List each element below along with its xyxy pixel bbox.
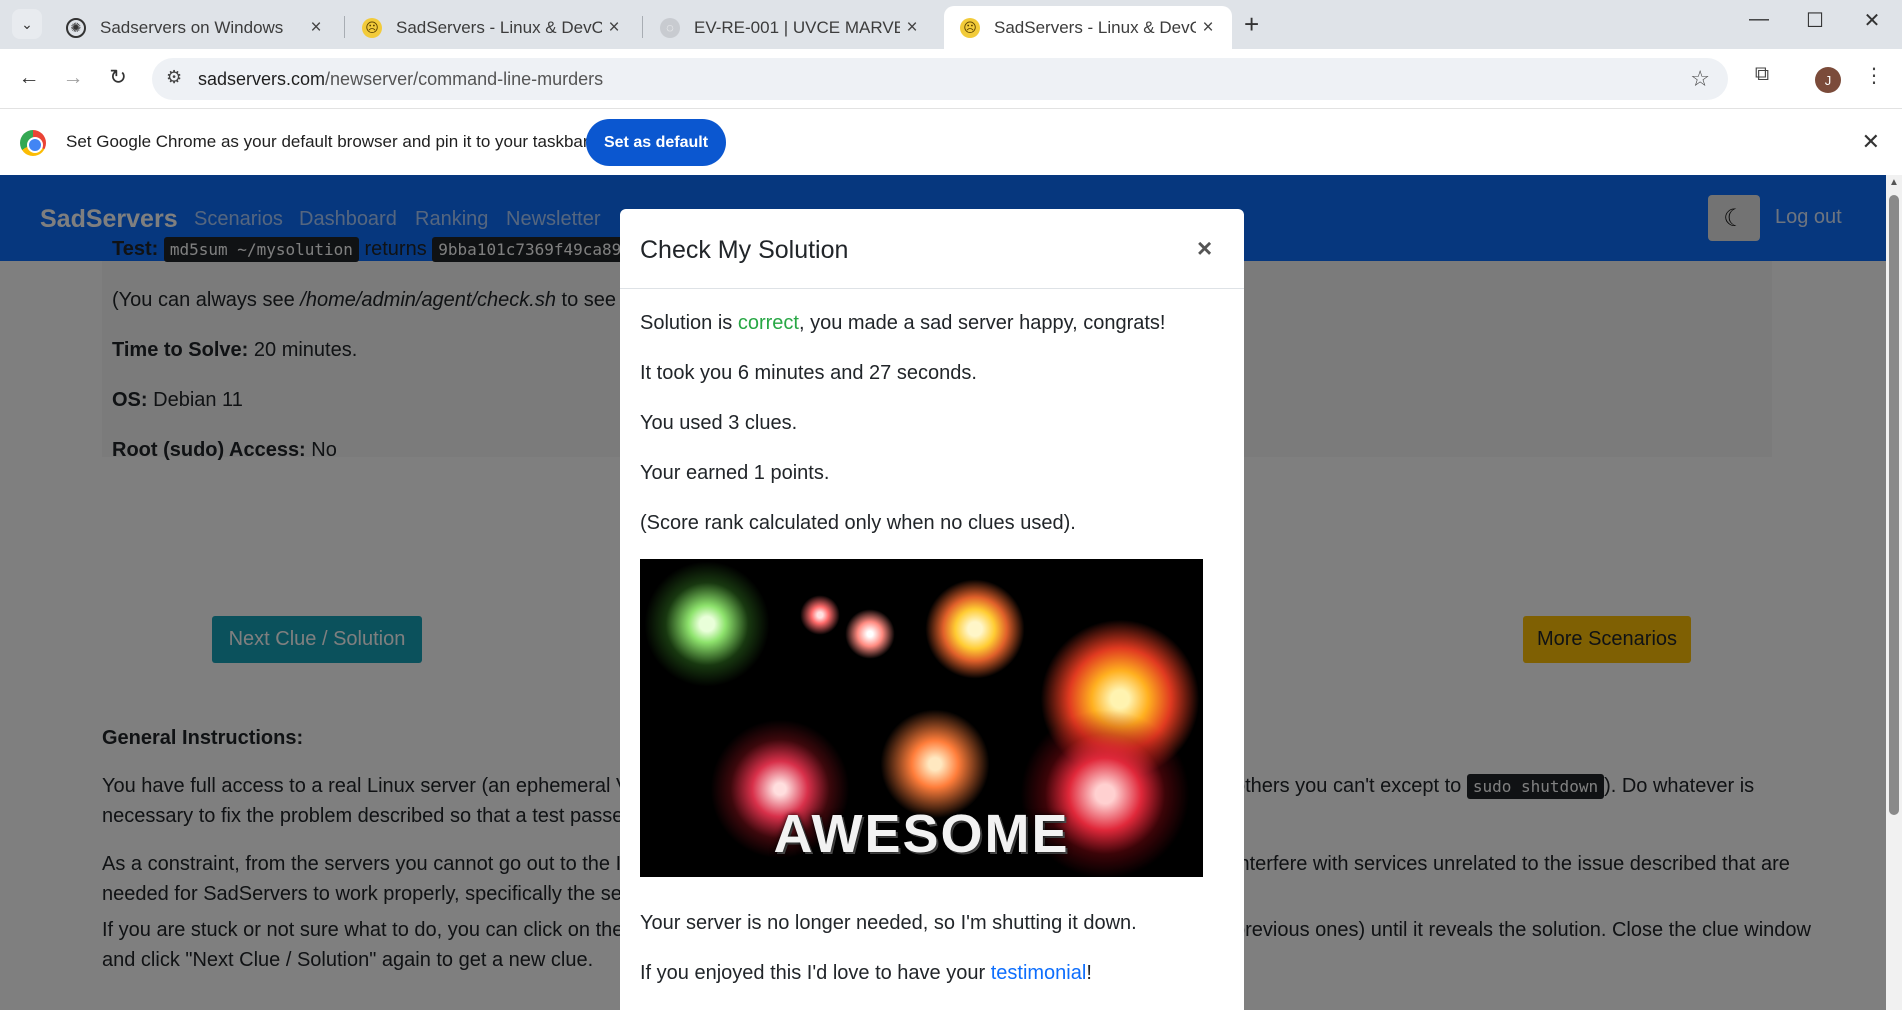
tab-title: Sadservers on Windows [100, 17, 284, 37]
tab-title: SadServers - Linux & DevOps Tr [396, 17, 602, 37]
default-browser-infobar: Set Google Chrome as your default browse… [0, 108, 1902, 175]
extensions-icon[interactable]: ⧉ [1747, 63, 1777, 86]
tab-divider [344, 16, 345, 38]
result-prefix: Solution is [640, 312, 738, 334]
firework-burst [845, 609, 895, 659]
close-icon[interactable]: ✕ [1862, 129, 1880, 155]
testimonial-link[interactable]: testimonial [991, 962, 1087, 984]
chrome-logo-icon [20, 130, 46, 156]
url-text[interactable]: sadservers.com/newserver/command-line-mu… [198, 69, 603, 90]
result-status: correct [737, 312, 799, 334]
firework-burst [800, 595, 840, 635]
firework-burst [642, 559, 772, 689]
url-host: sadservers.com [198, 69, 326, 89]
maximize-icon[interactable]: ☐ [1795, 8, 1835, 33]
scroll-thumb[interactable] [1889, 195, 1899, 815]
marvel-icon: ◌ [660, 17, 680, 38]
tab-title: EV-RE-001 | UVCE MARVEL [694, 17, 900, 37]
tab-strip: ⌄ ✺ Sadservers on Windows × ☹ SadServers… [0, 0, 1902, 49]
page-scrollbar[interactable]: ▲ [1886, 175, 1902, 1010]
new-tab-button[interactable]: + [1244, 10, 1259, 38]
address-bar[interactable]: ⚙ sadservers.com/newserver/command-line-… [152, 58, 1728, 100]
result-suffix: , you made a sad server happy, congrats! [798, 312, 1166, 334]
modal-close-button[interactable]: × [1197, 233, 1212, 264]
menu-icon[interactable]: ⋮ [1859, 63, 1889, 88]
check-solution-modal: Check My Solution × Solution is correct,… [620, 209, 1244, 1010]
tab-divider [642, 16, 643, 38]
bookmark-star-icon[interactable]: ☆ [1690, 66, 1710, 92]
close-icon[interactable]: × [900, 17, 924, 39]
clues-used: You used 3 clues. [640, 412, 798, 434]
time-taken: It took you 6 minutes and 27 seconds. [640, 362, 977, 384]
reload-icon[interactable]: ↻ [103, 63, 133, 93]
url-path: /newserver/command-line-murders [325, 69, 604, 89]
score-rank-note: (Score rank calculated only when no clue… [640, 512, 1076, 534]
sad-face-icon: ☹ [362, 17, 382, 38]
tab-3[interactable]: ◌ EV-RE-001 | UVCE MARVEL × [644, 6, 936, 49]
tab-1[interactable]: ✺ Sadservers on Windows × [50, 6, 340, 49]
close-icon[interactable]: × [304, 17, 328, 39]
tab-title: SadServers - Linux & DevOps Tr [994, 17, 1196, 37]
tab-2[interactable]: ☹ SadServers - Linux & DevOps Tr × [346, 6, 638, 49]
testimonial-line: If you enjoyed this I'd love to have you… [640, 962, 1092, 985]
shutdown-message: Your server is no longer needed, so I'm … [640, 912, 1137, 934]
openai-icon: ✺ [66, 17, 86, 38]
sad-face-icon: ☹ [960, 17, 980, 38]
close-icon[interactable]: × [1196, 17, 1220, 39]
set-as-default-button[interactable]: Set as default [586, 119, 726, 166]
site-settings-icon[interactable]: ⚙ [166, 67, 182, 88]
result-line: Solution is correct, you made a sad serv… [640, 312, 1165, 335]
browser-toolbar: ← → ↻ ⚙ sadservers.com/newserver/command… [0, 49, 1902, 108]
awesome-caption: AWESOME [773, 804, 1070, 864]
testimonial-suffix: ! [1086, 962, 1092, 984]
tab-search-icon[interactable]: ⌄ [12, 9, 42, 39]
window-close-icon[interactable]: ✕ [1852, 8, 1892, 33]
forward-icon[interactable]: → [58, 63, 88, 93]
fireworks-image: AWESOME [640, 559, 1203, 877]
points-earned: Your earned 1 points. [640, 462, 830, 484]
modal-header: Check My Solution × [620, 209, 1244, 289]
modal-title: Check My Solution [640, 236, 849, 264]
firework-burst [925, 579, 1025, 679]
close-icon[interactable]: × [602, 17, 626, 39]
infobar-message: Set Google Chrome as your default browse… [66, 132, 589, 151]
scroll-up-icon[interactable]: ▲ [1889, 177, 1899, 188]
back-icon[interactable]: ← [14, 63, 44, 93]
testimonial-prefix: If you enjoyed this I'd love to have you… [640, 962, 991, 984]
tab-4-active[interactable]: ☹ SadServers - Linux & DevOps Tr × [944, 6, 1232, 49]
profile-avatar[interactable]: J [1815, 67, 1841, 93]
minimize-icon[interactable]: — [1739, 8, 1779, 31]
